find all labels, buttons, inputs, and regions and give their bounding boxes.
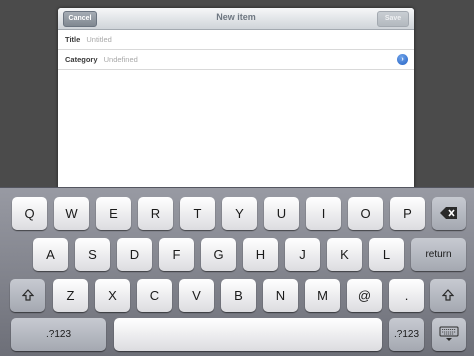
key-z[interactable]: Z: [53, 279, 88, 312]
shift-key-left[interactable]: [10, 279, 45, 312]
backspace-icon: [440, 207, 457, 219]
disclosure-icon[interactable]: ›: [397, 54, 408, 65]
key-j[interactable]: J: [285, 238, 320, 271]
category-row[interactable]: Category Undefined ›: [58, 50, 414, 70]
key-h[interactable]: H: [243, 238, 278, 271]
key-period[interactable]: .: [389, 279, 424, 312]
key-u[interactable]: U: [264, 197, 299, 230]
title-row[interactable]: Title Untitled: [58, 30, 414, 50]
key-t[interactable]: T: [180, 197, 215, 230]
new-item-sheet: Cancel New item Save Title Untitled Cate…: [58, 8, 414, 191]
key-at[interactable]: @: [347, 279, 382, 312]
key-n[interactable]: N: [263, 279, 298, 312]
save-button[interactable]: Save: [377, 11, 409, 27]
title-label: Title: [65, 35, 81, 44]
shift-icon: [442, 289, 454, 301]
keyboard-hide-icon: [439, 326, 459, 341]
key-d[interactable]: D: [117, 238, 152, 271]
shift-key-right[interactable]: [430, 279, 466, 312]
shift-icon: [21, 289, 34, 301]
key-k[interactable]: K: [327, 238, 362, 271]
category-value: Undefined: [103, 55, 138, 64]
key-l[interactable]: L: [369, 238, 404, 271]
key-p[interactable]: P: [390, 197, 425, 230]
key-a[interactable]: A: [33, 238, 68, 271]
return-key[interactable]: return: [411, 238, 466, 271]
page-title: New item: [216, 12, 256, 22]
key-s[interactable]: S: [75, 238, 110, 271]
hide-keyboard-key[interactable]: [432, 318, 466, 351]
key-f[interactable]: F: [159, 238, 194, 271]
space-key[interactable]: [114, 318, 382, 351]
key-r[interactable]: R: [138, 197, 173, 230]
title-field[interactable]: Untitled: [86, 35, 111, 44]
numbers-key-right[interactable]: .?123: [389, 318, 424, 351]
key-c[interactable]: C: [137, 279, 172, 312]
onscreen-keyboard: Q W E R T Y U I O P A S D F G H J K L re…: [0, 187, 474, 356]
key-i[interactable]: I: [306, 197, 341, 230]
key-v[interactable]: V: [179, 279, 214, 312]
category-label: Category: [65, 55, 98, 64]
navigation-bar: Cancel New item Save: [58, 8, 414, 30]
numbers-key[interactable]: .?123: [11, 318, 106, 351]
key-x[interactable]: X: [95, 279, 130, 312]
key-g[interactable]: G: [201, 238, 236, 271]
key-b[interactable]: B: [221, 279, 256, 312]
key-y[interactable]: Y: [222, 197, 257, 230]
backspace-key[interactable]: [432, 197, 466, 230]
key-o[interactable]: O: [348, 197, 383, 230]
key-m[interactable]: M: [305, 279, 340, 312]
key-e[interactable]: E: [96, 197, 131, 230]
key-q[interactable]: Q: [12, 197, 47, 230]
key-w[interactable]: W: [54, 197, 89, 230]
